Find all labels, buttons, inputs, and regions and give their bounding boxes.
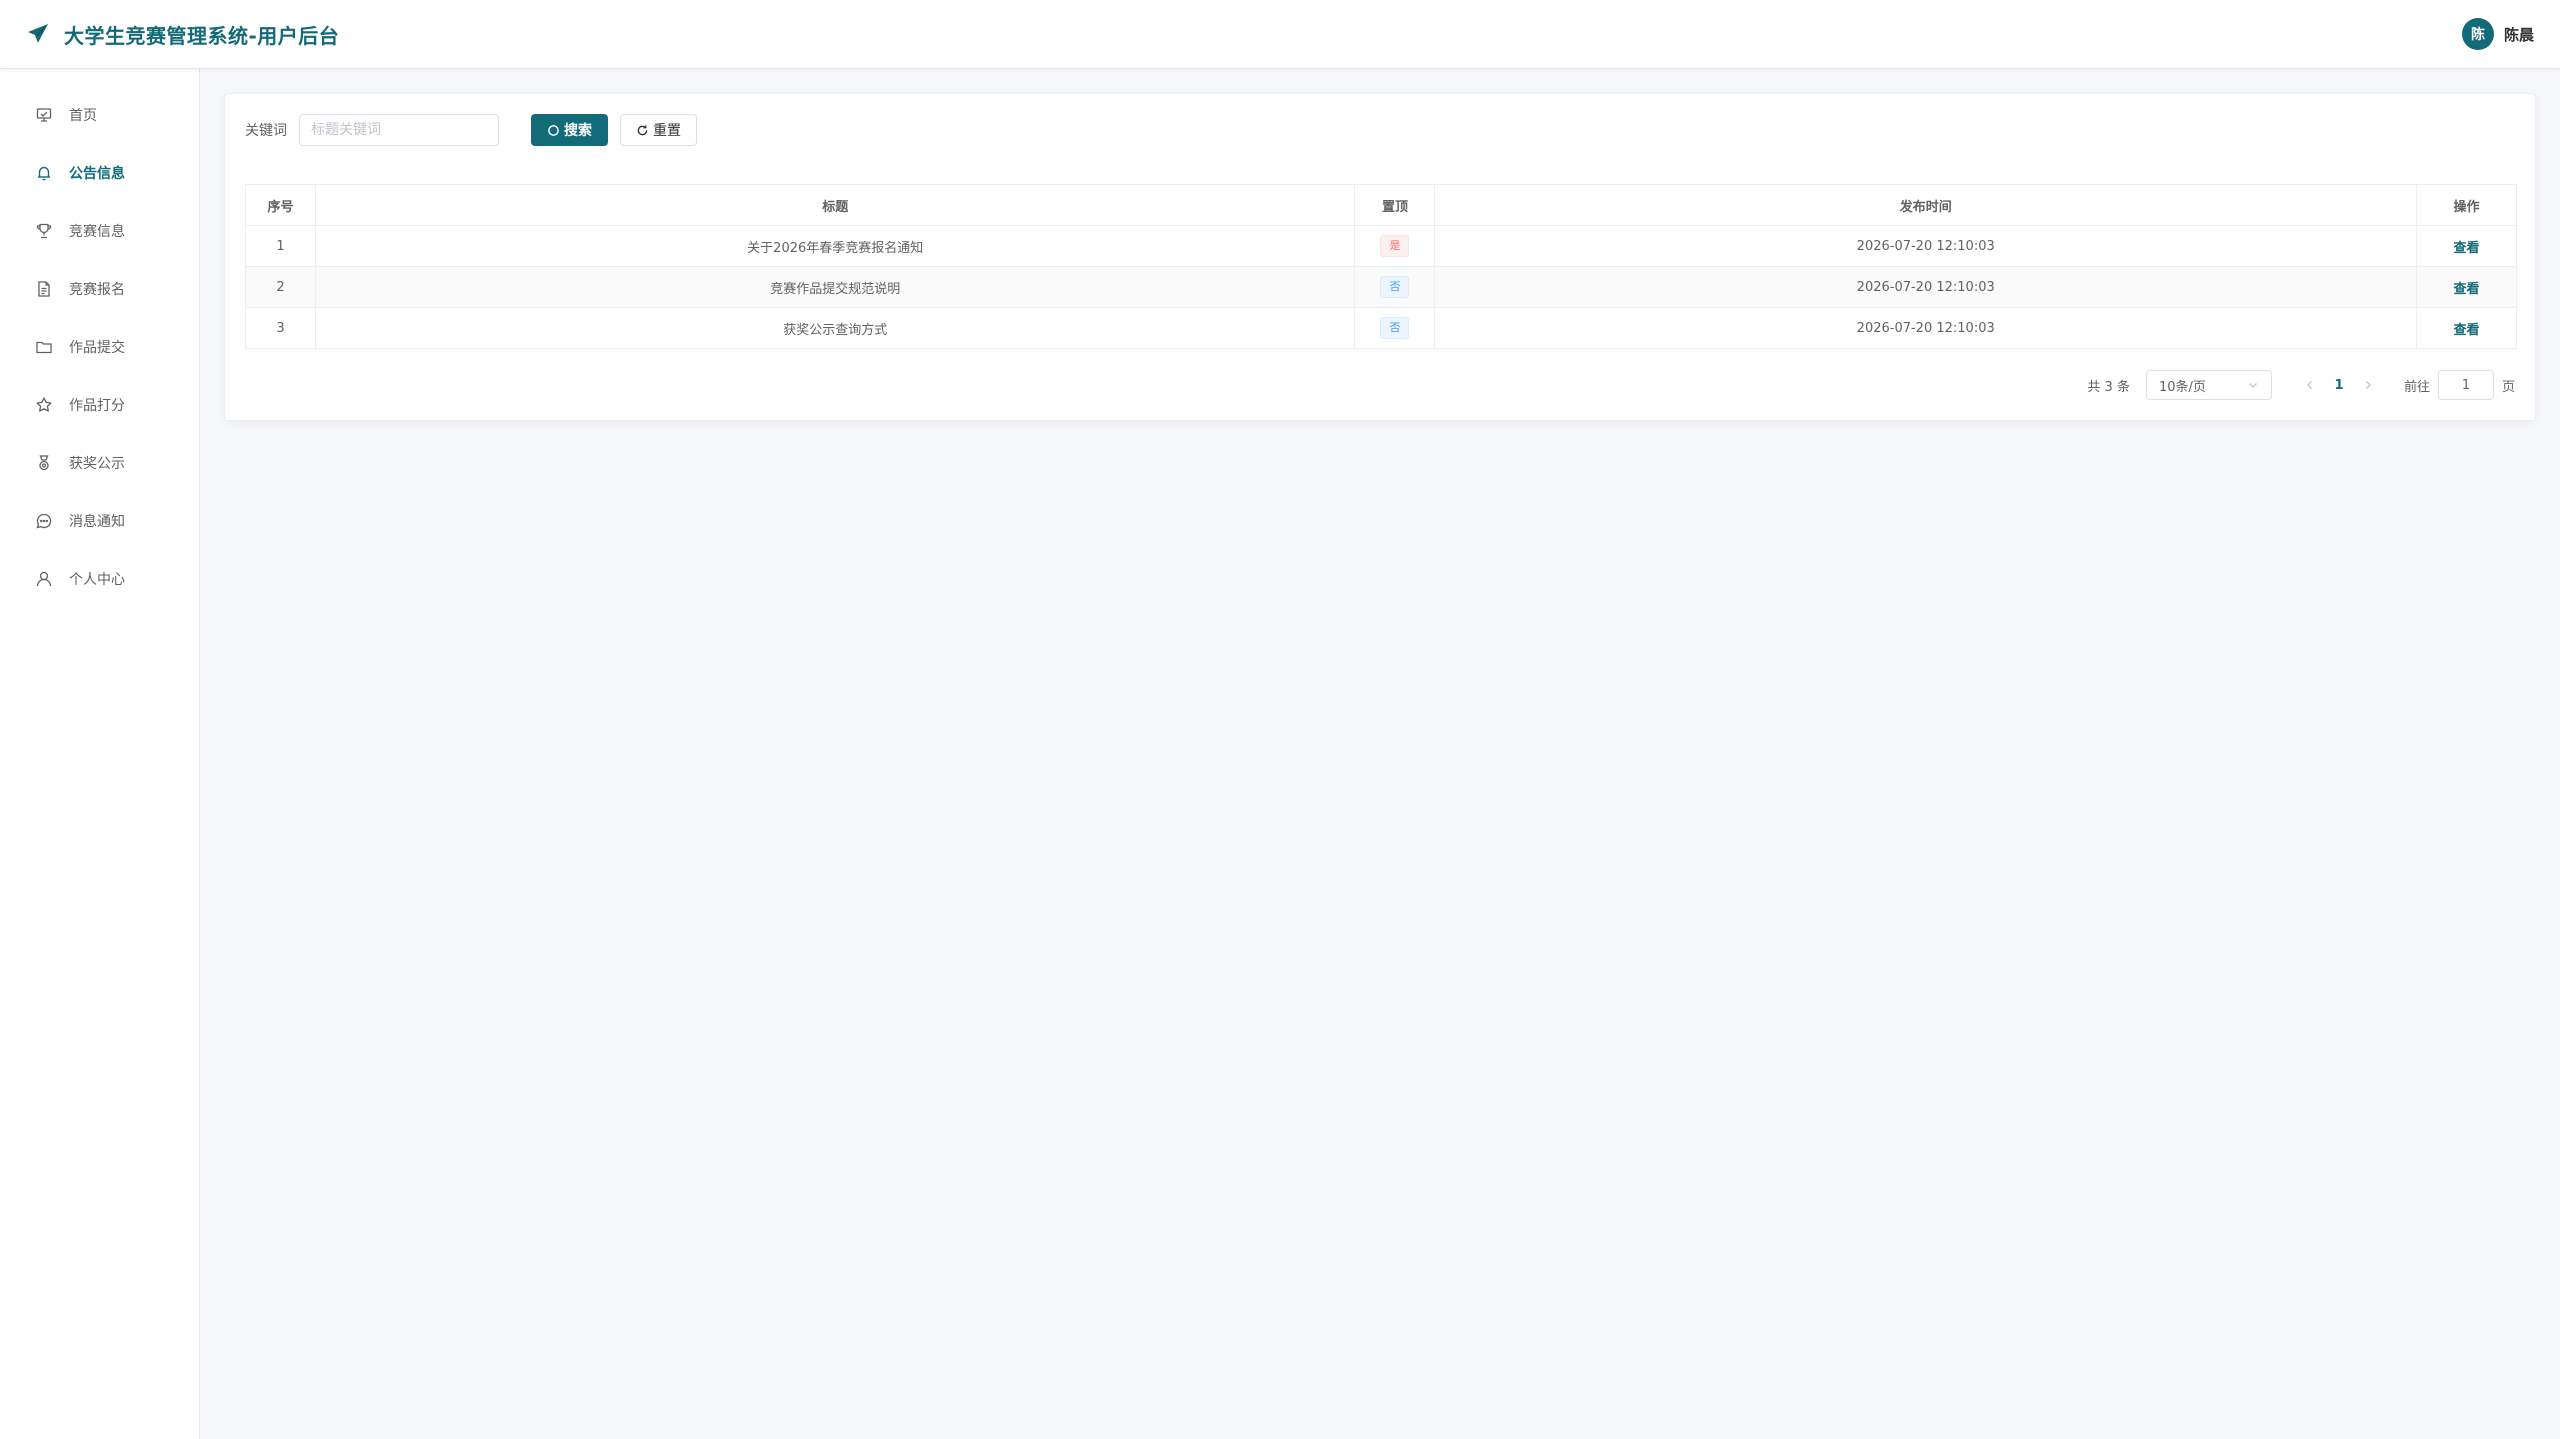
reset-button[interactable]: 重置	[620, 114, 697, 146]
notice-list-card: 关键词 搜索 重置 序号 标题 置顶 发布时间 操作 1 关于2026年春季竞赛…	[224, 93, 2536, 421]
sidebar-item-profile[interactable]: 个人中心	[0, 550, 199, 608]
chevron-down-icon	[2249, 383, 2257, 388]
table-header-row: 序号 标题 置顶 发布时间 操作	[245, 184, 2518, 226]
sidebar-item-submission[interactable]: 作品提交	[0, 318, 199, 376]
column-header-action: 操作	[2415, 184, 2518, 226]
column-header-index: 序号	[245, 184, 316, 226]
bell-icon	[35, 164, 53, 182]
sidebar-item-label: 获奖公示	[69, 456, 125, 472]
next-page-button[interactable]	[2354, 371, 2382, 399]
chevron-left-icon	[2307, 381, 2312, 389]
sidebar-item-competitions[interactable]: 竞赛信息	[0, 202, 199, 260]
table-row: 3 获奖公示查询方式 否 2026-07-20 12:10:03 查看	[245, 307, 2518, 349]
pagination: 共 3 条 10条/页 1 前往 页	[2087, 369, 2515, 401]
row-action-cell: 查看	[2415, 307, 2518, 349]
keyword-input[interactable]	[299, 114, 499, 146]
goto-page-input[interactable]	[2437, 370, 2494, 400]
refresh-icon	[637, 124, 648, 135]
search-button-label: 搜索	[564, 123, 592, 139]
user-menu[interactable]: 陈 陈晨	[2461, 18, 2534, 50]
app-title: 大学生竞赛管理系统-用户后台	[64, 23, 340, 48]
chat-icon	[35, 512, 53, 530]
medal-icon	[35, 454, 53, 472]
reset-button-label: 重置	[653, 123, 681, 139]
row-title: 获奖公示查询方式	[314, 307, 1356, 349]
row-index: 3	[245, 307, 316, 349]
chevron-right-icon	[2366, 381, 2371, 389]
page-unit-label: 页	[2501, 379, 2515, 395]
column-header-time: 发布时间	[1434, 184, 2417, 226]
row-index: 2	[245, 266, 316, 308]
goto-label: 前往	[2403, 379, 2430, 395]
pagination-total: 共 3 条	[2087, 379, 2130, 395]
row-index: 1	[245, 225, 316, 267]
view-link[interactable]: 查看	[2453, 323, 2479, 338]
user-name[interactable]: 陈晨	[2504, 24, 2534, 45]
row-time: 2026-07-20 12:10:03	[1434, 225, 2417, 267]
trophy-icon	[35, 222, 53, 240]
column-header-title: 标题	[314, 184, 1356, 226]
sidebar-item-notices[interactable]: 公告信息	[0, 144, 199, 202]
row-pinned-cell: 否	[1354, 307, 1436, 349]
sidebar: 首页 公告信息 竞赛信息 竞赛报名 作品提交 作品打分 获奖公示 消息通知 个人…	[0, 69, 200, 1439]
sidebar-item-messages[interactable]: 消息通知	[0, 492, 199, 550]
sidebar-item-label: 公告信息	[69, 166, 125, 182]
folder-icon	[35, 338, 53, 356]
page-size-value: 10条/页	[2158, 379, 2206, 395]
sidebar-item-label: 竞赛信息	[69, 224, 125, 240]
search-bar: 关键词 搜索 重置	[245, 114, 697, 146]
search-button[interactable]: 搜索	[531, 114, 608, 146]
row-title: 关于2026年春季竞赛报名通知	[314, 225, 1356, 267]
view-link[interactable]: 查看	[2453, 282, 2479, 297]
sidebar-item-label: 作品提交	[69, 340, 125, 356]
user-icon	[35, 570, 53, 588]
sidebar-item-label: 消息通知	[69, 514, 125, 530]
paper-plane-icon	[28, 24, 48, 43]
column-header-pinned: 置顶	[1354, 184, 1436, 226]
sidebar-item-scoring[interactable]: 作品打分	[0, 376, 199, 434]
sidebar-item-label: 首页	[69, 108, 97, 124]
row-title: 竞赛作品提交规范说明	[314, 266, 1356, 308]
view-link[interactable]: 查看	[2453, 241, 2479, 256]
page-number-current[interactable]: 1	[2324, 371, 2354, 399]
keyword-label: 关键词	[245, 123, 287, 139]
row-pinned-cell: 否	[1354, 266, 1436, 308]
document-icon	[35, 280, 53, 298]
table-row: 1 关于2026年春季竞赛报名通知 是 2026-07-20 12:10:03 …	[245, 225, 2518, 267]
pinned-tag: 否	[1380, 276, 1410, 298]
top-header: 大学生竞赛管理系统-用户后台 陈 陈晨	[0, 0, 2560, 69]
sidebar-item-label: 竞赛报名	[69, 282, 125, 298]
avatar[interactable]: 陈	[2461, 18, 2494, 50]
home-icon	[35, 106, 53, 124]
sidebar-item-home[interactable]: 首页	[0, 86, 199, 144]
table-row: 2 竞赛作品提交规范说明 否 2026-07-20 12:10:03 查看	[245, 266, 2518, 308]
brand: 大学生竞赛管理系统-用户后台	[26, 20, 339, 49]
sidebar-item-label: 个人中心	[69, 572, 125, 588]
row-time: 2026-07-20 12:10:03	[1434, 307, 2417, 349]
row-pinned-cell: 是	[1354, 225, 1436, 267]
row-action-cell: 查看	[2415, 225, 2518, 267]
sidebar-item-registration[interactable]: 竞赛报名	[0, 260, 199, 318]
prev-page-button[interactable]	[2296, 371, 2324, 399]
notice-table: 序号 标题 置顶 发布时间 操作 1 关于2026年春季竞赛报名通知 是 202…	[245, 184, 2518, 349]
pinned-tag: 是	[1380, 235, 1410, 257]
pinned-tag: 否	[1380, 317, 1410, 339]
star-icon	[35, 396, 53, 414]
sidebar-item-awards[interactable]: 获奖公示	[0, 434, 199, 492]
row-time: 2026-07-20 12:10:03	[1434, 266, 2417, 308]
sidebar-item-label: 作品打分	[69, 398, 125, 414]
row-action-cell: 查看	[2415, 266, 2518, 308]
page-size-select[interactable]: 10条/页	[2145, 370, 2272, 400]
search-icon	[548, 124, 559, 136]
